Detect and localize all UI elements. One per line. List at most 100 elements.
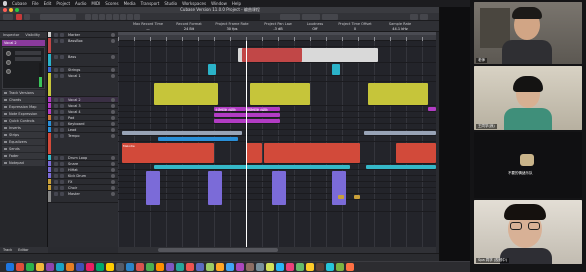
vocal-part[interactable]: 主歌旋律 (编辑) bbox=[214, 107, 246, 111]
section-notepad[interactable]: Notepad bbox=[2, 160, 45, 166]
track-header[interactable]: Tempo bbox=[48, 133, 118, 155]
solo-button[interactable] bbox=[60, 116, 64, 120]
dock-app-icon[interactable] bbox=[306, 263, 314, 271]
record-enable-button[interactable] bbox=[111, 55, 115, 59]
dock-app-icon[interactable] bbox=[206, 263, 214, 271]
dock-app-icon[interactable] bbox=[226, 263, 234, 271]
dock-app-icon[interactable] bbox=[286, 263, 294, 271]
record-enable-button[interactable] bbox=[111, 180, 115, 184]
mute-button[interactable] bbox=[54, 134, 58, 138]
menu-file[interactable]: File bbox=[32, 0, 39, 7]
audio-event[interactable] bbox=[354, 195, 360, 199]
volume-knob[interactable] bbox=[6, 60, 11, 65]
solo-button[interactable] bbox=[60, 174, 64, 178]
midi-part[interactable] bbox=[208, 171, 222, 205]
record-enable-button[interactable] bbox=[111, 116, 115, 120]
dock-app-icon[interactable] bbox=[236, 263, 244, 271]
audio-event[interactable] bbox=[154, 83, 218, 105]
record-enable-button[interactable] bbox=[111, 168, 115, 172]
dock-app-icon[interactable] bbox=[346, 263, 354, 271]
midi-part[interactable] bbox=[332, 64, 340, 75]
info-value[interactable]: 30 fps bbox=[210, 27, 254, 31]
solo-button[interactable] bbox=[60, 104, 64, 108]
record-enable-button[interactable] bbox=[111, 134, 115, 138]
dock-app-icon[interactable] bbox=[76, 263, 84, 271]
audio-event[interactable] bbox=[396, 143, 436, 163]
track-header[interactable]: BassBox bbox=[48, 38, 118, 54]
dock-app-icon[interactable] bbox=[26, 263, 34, 271]
dock-app-icon[interactable] bbox=[196, 263, 204, 271]
timeline-ruler[interactable] bbox=[118, 32, 436, 41]
dock-app-icon[interactable] bbox=[216, 263, 224, 271]
tab-inspector[interactable]: Inspector bbox=[0, 32, 22, 38]
midi-part[interactable] bbox=[332, 171, 346, 205]
dock-app-icon[interactable] bbox=[276, 263, 284, 271]
mute-button[interactable] bbox=[54, 116, 58, 120]
project-arrange-area[interactable]: 主歌旋律 (编辑) 副歌旋律 (编辑) Melodie bbox=[118, 41, 436, 247]
pan-knob[interactable] bbox=[6, 51, 11, 56]
audio-event[interactable] bbox=[368, 83, 428, 105]
menu-audio[interactable]: Audio bbox=[75, 0, 86, 7]
solo-button[interactable] bbox=[60, 68, 64, 72]
dock-app-icon[interactable] bbox=[296, 263, 304, 271]
activate-project-button[interactable] bbox=[3, 14, 13, 20]
menu-edit[interactable]: Edit bbox=[44, 0, 52, 7]
midi-part[interactable] bbox=[122, 131, 242, 135]
audio-event[interactable] bbox=[366, 165, 436, 169]
dock-app-icon[interactable] bbox=[166, 263, 174, 271]
solo-button[interactable] bbox=[60, 98, 64, 102]
track-name[interactable]: BassBox bbox=[68, 38, 83, 44]
info-value[interactable]: 24 Bit bbox=[172, 27, 206, 31]
record-enable-button[interactable] bbox=[111, 33, 115, 37]
dock-app-icon[interactable] bbox=[186, 263, 194, 271]
mute-button[interactable] bbox=[54, 33, 58, 37]
solo-button[interactable] bbox=[60, 168, 64, 172]
record-enable-button[interactable] bbox=[111, 39, 115, 43]
menu-midi[interactable]: MIDI bbox=[91, 0, 100, 7]
midi-part[interactable] bbox=[242, 48, 302, 62]
mute-button[interactable] bbox=[54, 192, 58, 196]
mute-button[interactable] bbox=[54, 104, 58, 108]
mute-button[interactable] bbox=[54, 39, 58, 43]
record-enable-button[interactable] bbox=[111, 174, 115, 178]
vocal-part[interactable] bbox=[214, 113, 280, 117]
dock-app-icon[interactable] bbox=[6, 263, 14, 271]
menu-transport[interactable]: Transport bbox=[141, 0, 160, 7]
track-header[interactable]: Bass bbox=[48, 54, 118, 67]
automation-mode-select[interactable] bbox=[40, 14, 76, 20]
track-name[interactable]: Master bbox=[68, 191, 80, 197]
info-value[interactable]: 0 bbox=[332, 27, 378, 31]
draw-tool[interactable] bbox=[134, 14, 140, 20]
mute-button[interactable] bbox=[54, 174, 58, 178]
dock-app-icon[interactable] bbox=[116, 263, 124, 271]
mute-button[interactable] bbox=[54, 156, 58, 160]
track-name[interactable]: Tempo bbox=[68, 133, 79, 139]
mute-button[interactable] bbox=[54, 168, 58, 172]
midi-part[interactable] bbox=[364, 131, 436, 135]
solo-button[interactable] bbox=[60, 74, 64, 78]
glue-tool[interactable] bbox=[106, 14, 112, 20]
record-button[interactable] bbox=[16, 14, 22, 20]
mute-button[interactable] bbox=[54, 55, 58, 59]
grid-type-select[interactable] bbox=[302, 14, 320, 20]
solo-button[interactable] bbox=[60, 55, 64, 59]
menu-window[interactable]: Window bbox=[211, 0, 227, 7]
audio-event[interactable]: Melodie bbox=[122, 143, 214, 163]
dock-app-icon[interactable] bbox=[156, 263, 164, 271]
menu-studio[interactable]: Studio bbox=[164, 0, 177, 7]
range-tool[interactable] bbox=[92, 14, 98, 20]
layout-button[interactable] bbox=[410, 14, 418, 20]
dock-app-icon[interactable] bbox=[266, 263, 274, 271]
solo-button[interactable] bbox=[60, 33, 64, 37]
audio-event[interactable] bbox=[250, 83, 310, 105]
participant-tile-4[interactable]: Spa 同学 (视频中) bbox=[474, 200, 582, 264]
section-sends[interactable]: Sends bbox=[2, 146, 45, 152]
dock-app-icon[interactable] bbox=[126, 263, 134, 271]
apple-icon[interactable] bbox=[3, 1, 7, 6]
solo-button[interactable] bbox=[60, 162, 64, 166]
solo-button[interactable] bbox=[60, 39, 64, 43]
select-tool[interactable] bbox=[85, 14, 91, 20]
playhead-cursor[interactable] bbox=[246, 41, 247, 247]
delay-knob[interactable] bbox=[6, 69, 11, 74]
output-routing[interactable] bbox=[15, 57, 41, 61]
